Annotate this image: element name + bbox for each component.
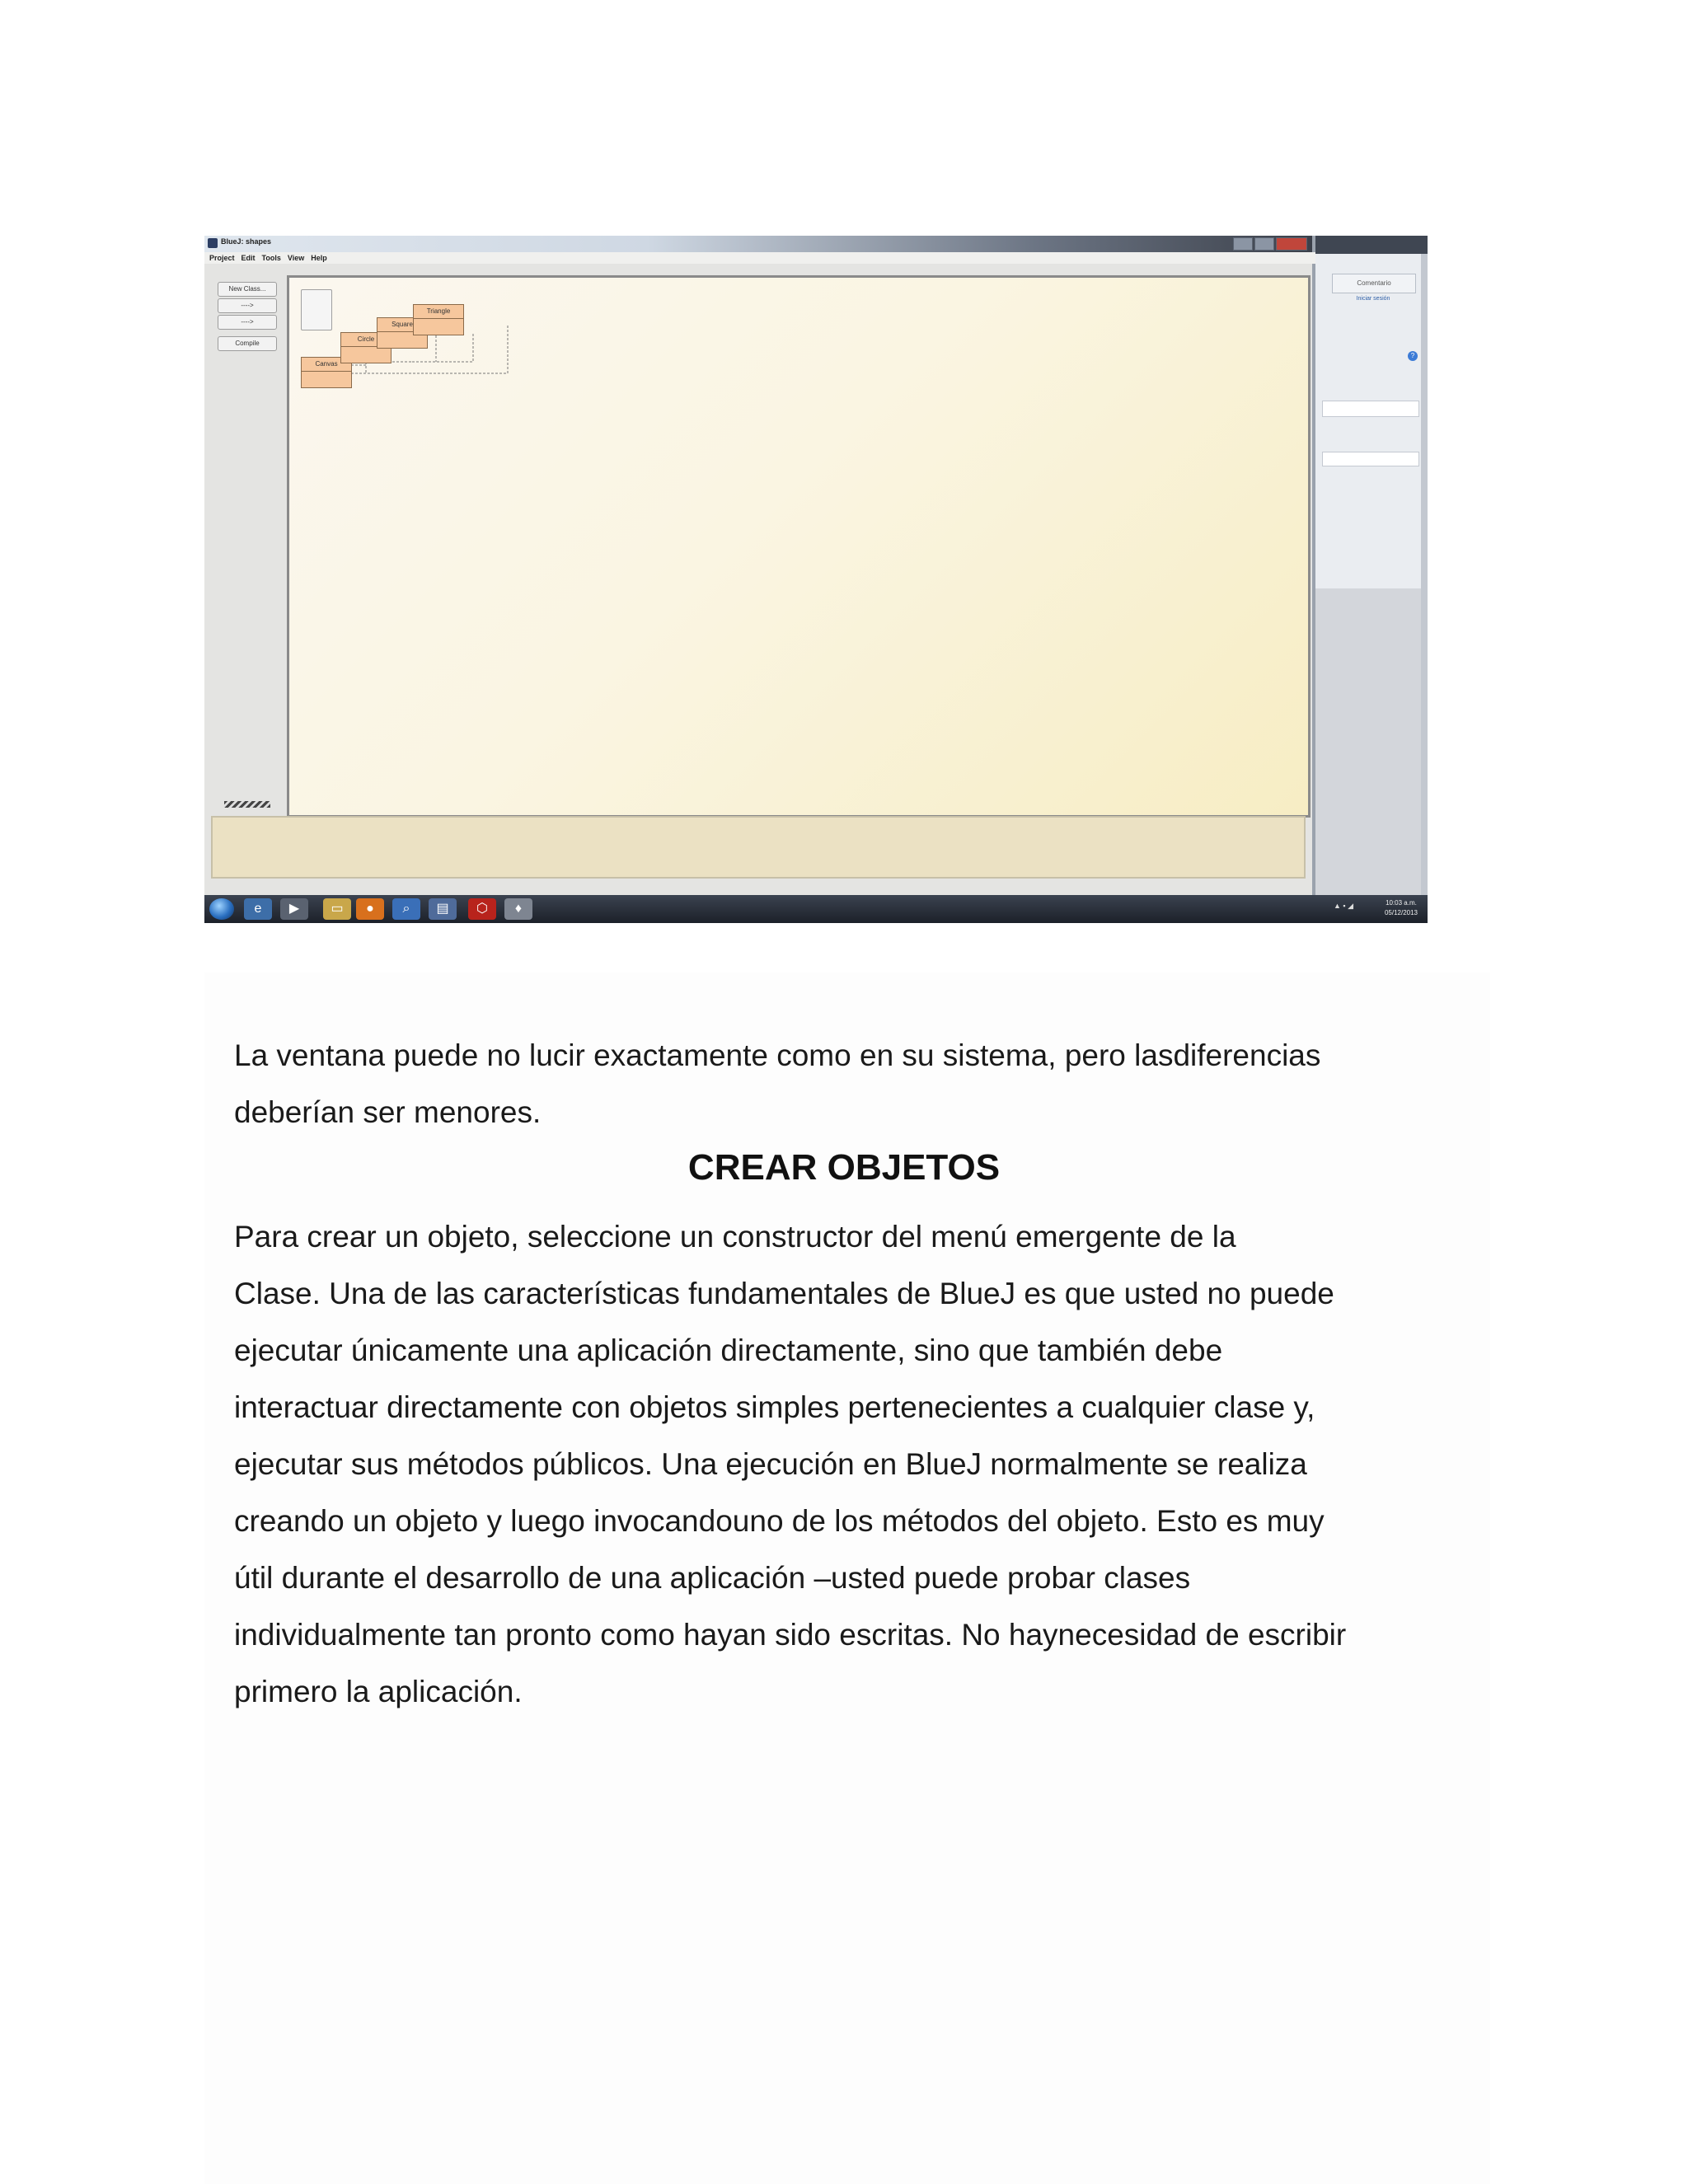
body-line-9: primero la aplicación.: [234, 1675, 523, 1708]
menu-edit[interactable]: Edit: [241, 252, 256, 264]
machine-status-icon: [224, 801, 270, 808]
menu-project[interactable]: Project: [209, 252, 235, 264]
inherits-arrow-button[interactable]: ---->: [218, 315, 277, 330]
internet-explorer-icon[interactable]: e: [244, 898, 272, 920]
maximize-button[interactable]: [1254, 237, 1274, 251]
file-explorer-icon[interactable]: ▭: [323, 898, 351, 920]
class-diagram[interactable]: Canvas Circle Square Triangle: [287, 275, 1311, 818]
body-line-7: útil durante el desarrollo de una aplica…: [234, 1561, 1191, 1595]
body-line-4: interactuar directamente con objetos sim…: [234, 1390, 1315, 1424]
search-icon[interactable]: ⌕: [392, 898, 420, 920]
document-app-icon[interactable]: ▤: [429, 898, 457, 920]
intro-line-1: La ventana puede no lucir exactamente co…: [234, 1038, 1321, 1072]
help-icon[interactable]: ?: [1408, 351, 1418, 361]
panel-dropdown[interactable]: [1322, 452, 1419, 466]
panel-input[interactable]: [1322, 401, 1419, 417]
pdf-reader-icon[interactable]: ⬡: [468, 898, 496, 920]
object-bench[interactable]: [211, 816, 1306, 879]
minimize-button[interactable]: [1233, 237, 1253, 251]
compile-button[interactable]: Compile: [218, 336, 277, 351]
body-line-6: creando un objeto y luego invocandouno d…: [234, 1504, 1325, 1538]
intro-line-2: deberían ser menores.: [234, 1095, 542, 1129]
panel-scrollbar[interactable]: [1421, 254, 1428, 895]
bluej-window: BlueJ: shapes Project Edit Tools View He…: [204, 236, 1317, 895]
bluej-app-icon: [208, 238, 218, 248]
media-player-icon[interactable]: ▶: [280, 898, 308, 920]
new-class-button[interactable]: New Class...: [218, 282, 277, 297]
body-line-3: ejecutar únicamente una aplicación direc…: [234, 1333, 1223, 1367]
system-tray-icons[interactable]: ▲ ▪ ◢: [1334, 902, 1353, 911]
body-line-2: Clase. Una de las características fundam…: [234, 1277, 1334, 1310]
window-title: BlueJ: shapes: [221, 237, 272, 246]
close-button[interactable]: [1276, 237, 1307, 251]
start-button-icon[interactable]: [209, 898, 234, 920]
bluej-screenshot: BlueJ: shapes Project Edit Tools View He…: [204, 236, 1428, 923]
menu-bar: Project Edit Tools View Help: [204, 252, 1317, 264]
body-line-8: individualmente tan pronto como hayan si…: [234, 1618, 1347, 1652]
panel-lower-area: [1315, 588, 1428, 895]
class-triangle[interactable]: Triangle: [413, 304, 464, 335]
clock-time: 10:03 a.m.: [1386, 899, 1417, 907]
title-bar: BlueJ: shapes: [204, 236, 1312, 252]
section-heading: CREAR OBJETOS: [687, 1147, 1001, 1188]
uses-arrow-button[interactable]: ---->: [218, 298, 277, 313]
windows-taskbar: e ▶ ▭ ● ⌕ ▤ ⬡ ♦ ▲ ▪ ◢ 10:03 a.m. 05/12/2…: [204, 895, 1428, 923]
menu-help[interactable]: Help: [311, 252, 327, 264]
taskbar-clock[interactable]: 10:03 a.m. 05/12/2013: [1385, 898, 1418, 918]
body-line-1: Para crear un objeto, seleccione un cons…: [234, 1220, 1236, 1254]
menu-view[interactable]: View: [288, 252, 304, 264]
sign-in-link[interactable]: Iniciar sesión: [1332, 293, 1414, 305]
comment-button[interactable]: Comentario: [1332, 274, 1416, 293]
bluej-taskbar-icon[interactable]: ♦: [504, 898, 532, 920]
right-side-panel: Comentario Iniciar sesión ?: [1315, 236, 1428, 895]
firefox-icon[interactable]: ●: [356, 898, 384, 920]
panel-title-bar: [1315, 236, 1428, 254]
body-line-5: ejecutar sus métodos públicos. Una ejecu…: [234, 1447, 1307, 1481]
menu-tools[interactable]: Tools: [262, 252, 281, 264]
clock-date: 05/12/2013: [1384, 909, 1418, 916]
class-name: Triangle: [414, 305, 463, 319]
window-controls: [1233, 237, 1307, 251]
